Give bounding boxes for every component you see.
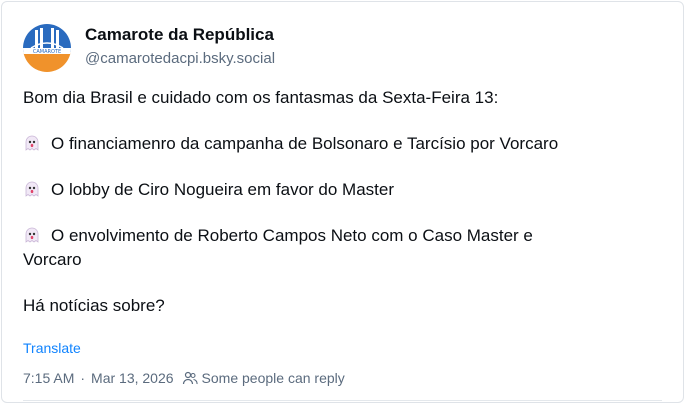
post-line-item: O financiamenro da campanha de Bolsonaro…: [23, 132, 663, 156]
post-text: Bom dia Brasil e cuidado com os fantasma…: [23, 86, 663, 318]
post-card: CAMAROTE Camarote da República @camarote…: [1, 1, 684, 403]
ghost-icon: [25, 181, 39, 197]
meta-separator: ·: [80, 370, 86, 386]
avatar-text: CAMAROTE: [33, 49, 61, 55]
post-date[interactable]: Mar 13, 2026: [91, 370, 174, 386]
people-icon: [182, 371, 198, 385]
post-meta: 7:15 AM · Mar 13, 2026 Some people can r…: [23, 370, 345, 386]
ghost-icon: [25, 135, 39, 151]
post-time[interactable]: 7:15 AM: [23, 370, 74, 386]
author-block: Camarote da República @camarotedacpi.bsk…: [85, 24, 275, 70]
post-line-text: O envolvimento de Roberto Campos Neto co…: [51, 226, 533, 245]
post-line-item: O lobby de Ciro Nogueira em favor do Mas…: [23, 178, 663, 202]
post-line-item: O envolvimento de Roberto Campos Neto co…: [23, 224, 663, 248]
ghost-icon: [25, 227, 39, 243]
post-line-continuation: Vorcaro: [23, 250, 82, 269]
reply-setting[interactable]: Some people can reply: [202, 370, 345, 386]
divider: [23, 400, 662, 401]
author-display-name[interactable]: Camarote da República: [85, 24, 275, 46]
post-line-text: O financiamenro da campanha de Bolsonaro…: [51, 134, 559, 153]
author-handle[interactable]: @camarotedacpi.bsky.social: [85, 48, 275, 70]
post-line-intro: Bom dia Brasil e cuidado com os fantasma…: [23, 88, 499, 107]
translate-link[interactable]: Translate: [23, 340, 81, 356]
post-line-question: Há notícias sobre?: [23, 296, 165, 315]
avatar[interactable]: CAMAROTE: [23, 24, 71, 72]
post-line-text: O lobby de Ciro Nogueira em favor do Mas…: [51, 180, 394, 199]
